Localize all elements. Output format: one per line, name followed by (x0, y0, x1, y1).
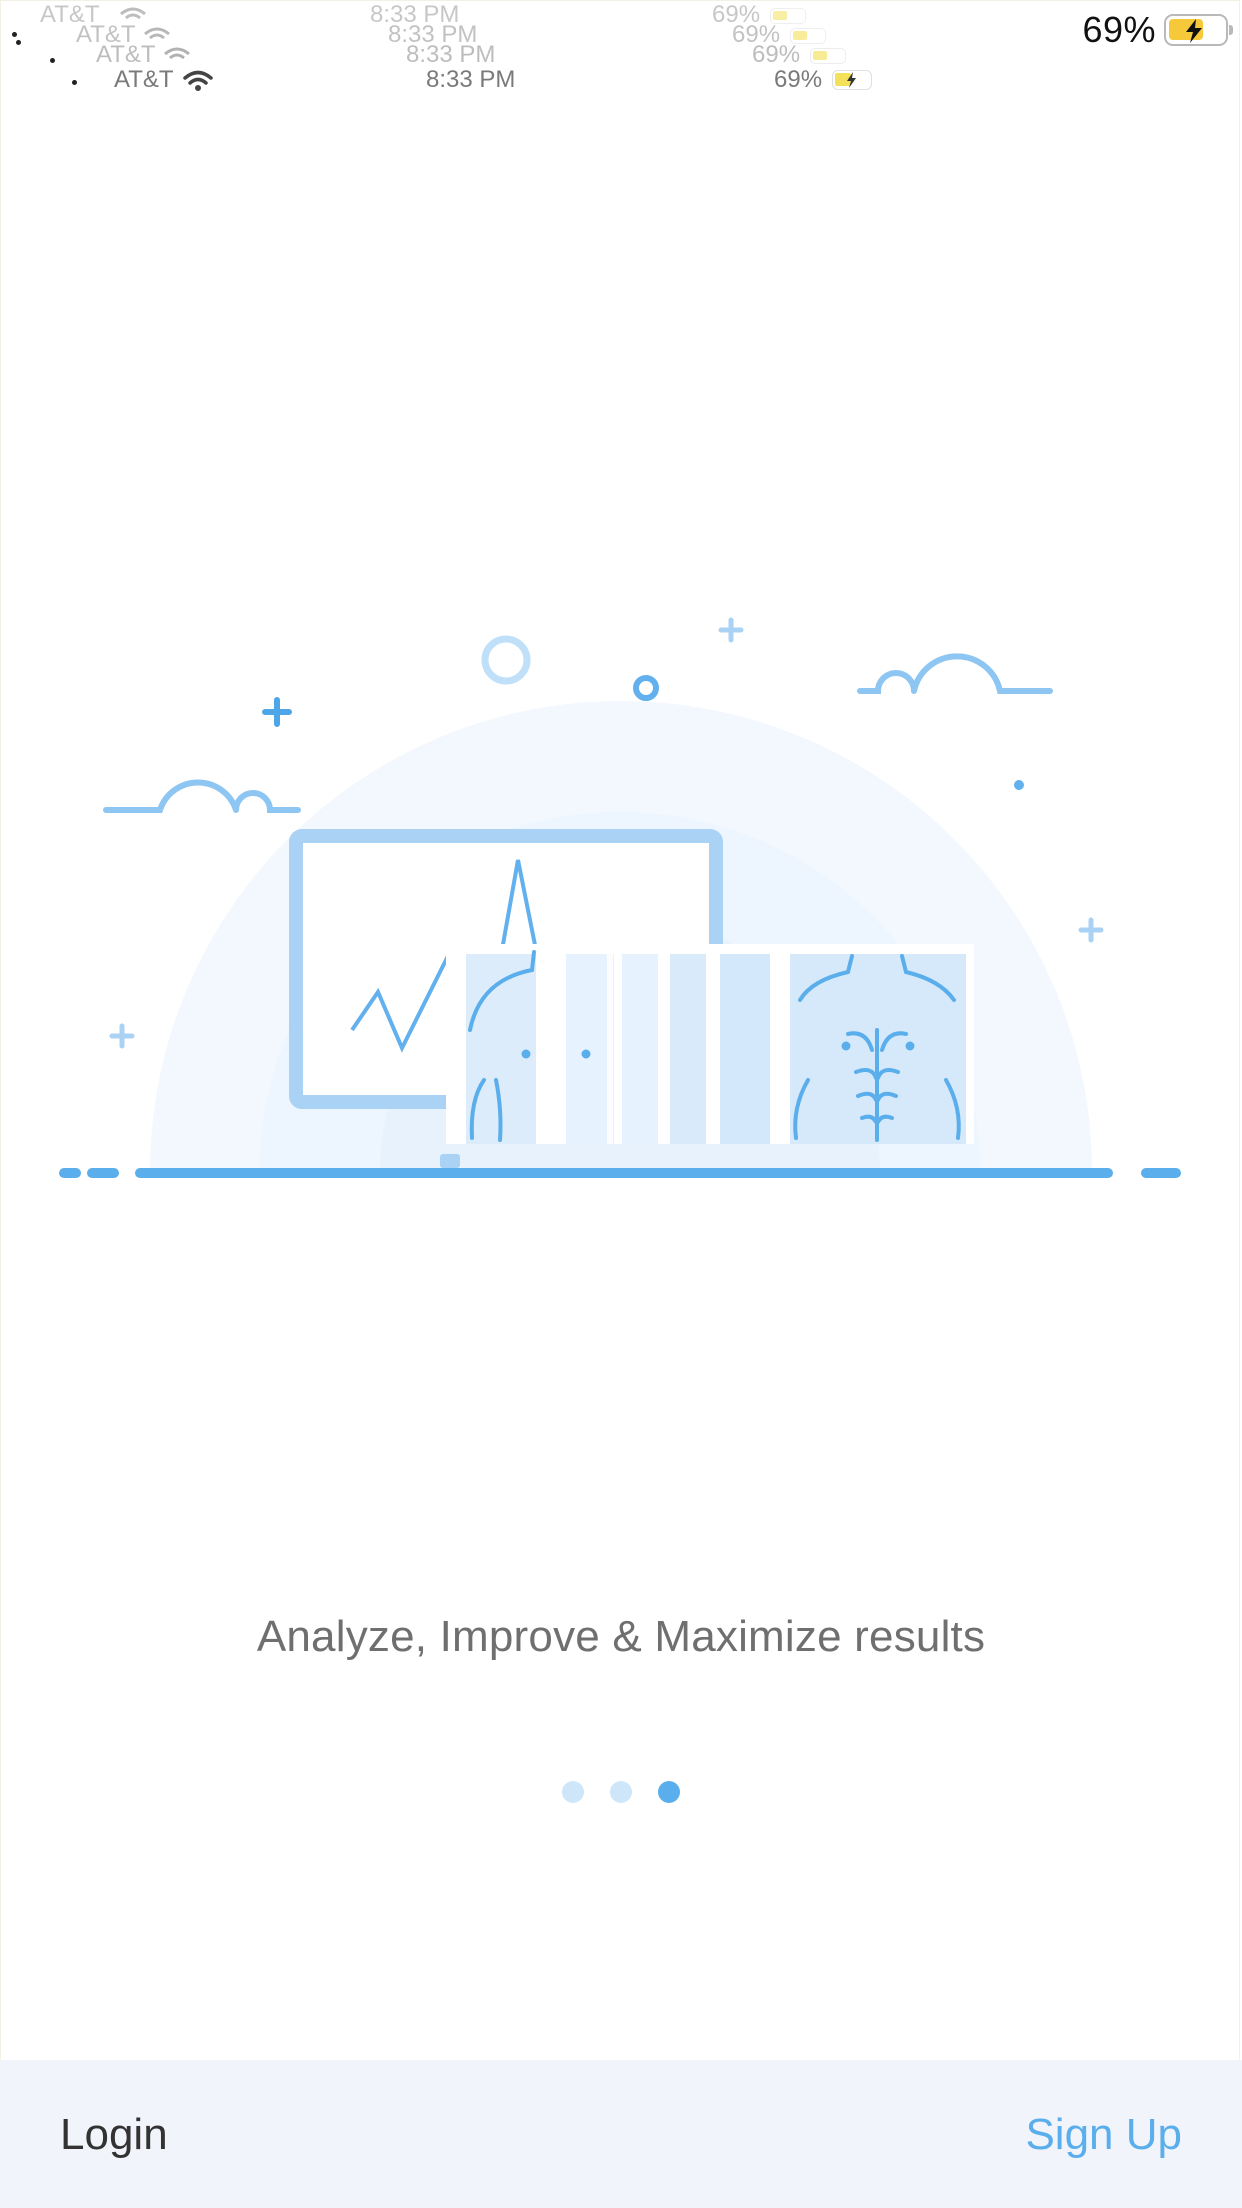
page-dot-1[interactable] (562, 1781, 584, 1803)
charging-bolt-icon (847, 72, 856, 88)
status-bar-right: 69% (1082, 8, 1233, 52)
decor-plus-dark (262, 697, 292, 727)
decor-ring (481, 635, 531, 685)
monitor-stand (440, 1154, 460, 1168)
page-dot-3-active[interactable] (658, 1781, 680, 1803)
photo-stage-5 (720, 954, 770, 1144)
wifi-icon (183, 70, 213, 91)
battery-percent-label: 69% (1082, 9, 1156, 50)
battery-icon (832, 70, 872, 90)
carrier-label: AT&T (114, 66, 174, 93)
charging-bolt-icon (1186, 19, 1202, 43)
page-dot-2[interactable] (610, 1781, 632, 1803)
cloud-right (857, 653, 1053, 694)
page-indicator[interactable] (0, 1781, 1242, 1803)
cloud-left (103, 779, 301, 813)
time-label: 8:33 PM (426, 66, 516, 93)
photo-stage-3 (622, 954, 658, 1144)
photo-stage-4 (670, 954, 706, 1144)
onboarding-tagline: Analyze, Improve & Maximize results (256, 1612, 986, 1661)
battery-icon (1164, 14, 1233, 46)
body-scan-illustration (59, 617, 1181, 1178)
status-bar: AT&T 8:33 PM 69% (0, 60, 1242, 100)
login-button[interactable]: Login (60, 2110, 168, 2160)
photo-stage-2 (566, 954, 614, 1144)
battery-percent-label: 69% (774, 66, 823, 93)
decor-ring-small (633, 675, 659, 701)
bottom-action-bar: Login Sign Up (0, 2060, 1242, 2208)
decor-dot (1014, 780, 1024, 790)
sign-up-button[interactable]: Sign Up (1025, 2110, 1182, 2160)
